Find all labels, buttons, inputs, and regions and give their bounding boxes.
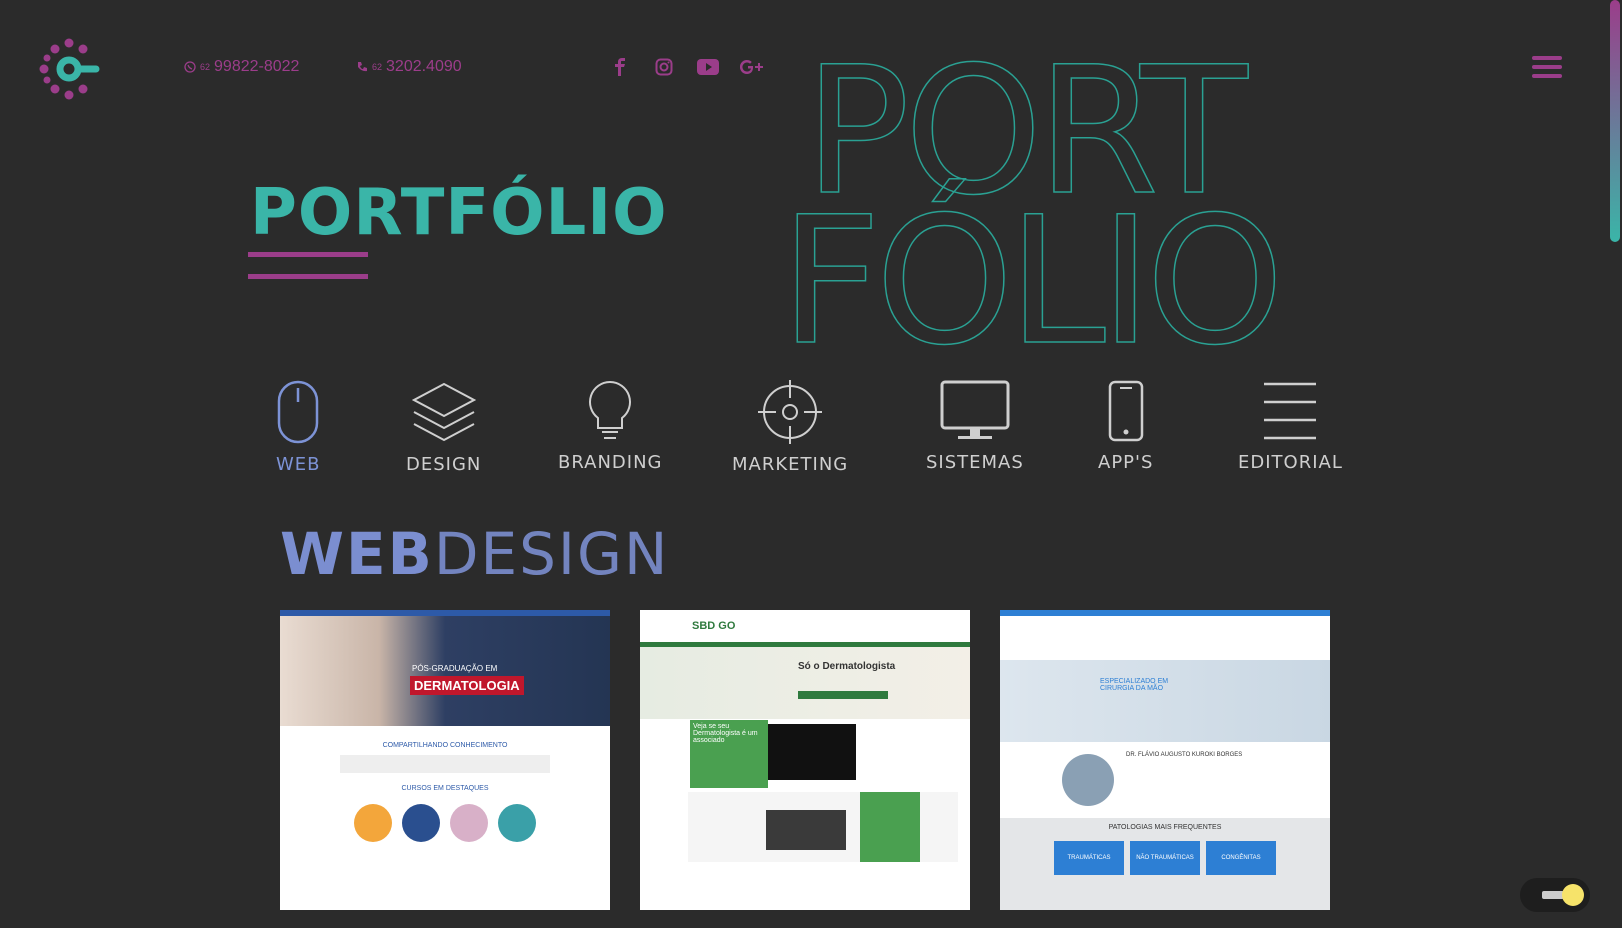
thumb-headline: Só o Dermatologista	[798, 661, 896, 672]
category-apps[interactable]: APP'S	[1098, 380, 1153, 473]
whatsapp-number: 99822-8022	[214, 58, 300, 75]
thumb-text-block	[340, 755, 550, 773]
category-editorial[interactable]: EDITORIAL	[1238, 380, 1343, 473]
layers-icon	[411, 382, 476, 442]
mouse-icon	[278, 380, 319, 444]
thumb-box: Veja se seu Dermatologista é um associad…	[690, 720, 768, 788]
whatsapp-prefix: 62	[200, 62, 211, 72]
section-title-light: DESIGN	[433, 520, 670, 588]
portfolio-thumbnail-1[interactable]: PÓS-GRADUAÇÃO EM DERMATOLOGIA COMPARTILH…	[280, 610, 610, 910]
whatsapp-contact[interactable]: 62 99822-8022	[184, 58, 299, 76]
social-links	[608, 56, 764, 78]
category-label: WEB	[276, 454, 321, 475]
whatsapp-icon	[184, 61, 196, 73]
category-label: MARKETING	[732, 454, 849, 475]
theme-toggle[interactable]	[1520, 878, 1590, 912]
hamburger-menu-icon[interactable]	[1532, 56, 1562, 80]
thumb-banner: DERMATOLOGIA	[410, 676, 524, 695]
category-label: APP'S	[1098, 452, 1154, 473]
category-web[interactable]: WEB	[276, 380, 321, 475]
category-label: SISTEMAS	[926, 452, 1024, 473]
target-icon	[758, 380, 823, 444]
youtube-icon[interactable]	[696, 56, 720, 78]
lamp-icon	[1542, 891, 1564, 899]
thumb-row-title: CURSOS EM DESTAQUES	[401, 785, 489, 792]
thumb-banner: ESPECIALIZADO EM CIRURGIA DA MÃO	[1100, 678, 1169, 692]
page-title: PORTFÓLIO	[250, 176, 668, 250]
lightbulb-icon	[589, 380, 632, 439]
thumb-hero: Só o Dermatologista	[640, 647, 970, 719]
thumb-hero: ESPECIALIZADO EM CIRURGIA DA MÃO	[1000, 660, 1330, 742]
scrollbar-thumb[interactable]	[1610, 0, 1620, 242]
title-underline-2	[248, 274, 368, 279]
section-title-bold: WEB	[280, 520, 434, 588]
instagram-icon[interactable]	[652, 56, 676, 78]
section-title: WEBDESIGN	[280, 520, 669, 588]
thumb-row-title: PATOLOGIAS MAIS FREQUENTES	[1108, 824, 1222, 831]
category-label: BRANDING	[558, 452, 663, 473]
category-branding[interactable]: BRANDING	[558, 380, 663, 473]
category-label: DESIGN	[406, 454, 482, 475]
thumb-tag: TRAUMÁTICAS	[1054, 841, 1124, 875]
category-design[interactable]: DESIGN	[406, 380, 481, 475]
thumb-hero: PÓS-GRADUAÇÃO EM DERMATOLOGIA	[280, 616, 610, 726]
phone-number: 3202.4090	[386, 58, 462, 75]
thumb-tag: NÃO TRAUMÁTICAS	[1130, 841, 1200, 875]
portfolio-thumbnail-2[interactable]: SBD GO Só o Dermatologista Veja se seu D…	[640, 610, 970, 910]
category-sistemas[interactable]: SISTEMAS	[926, 380, 1024, 473]
category-marketing[interactable]: MARKETING	[732, 380, 848, 475]
brand-logo[interactable]	[38, 38, 100, 100]
page-scrollbar[interactable]	[1608, 0, 1622, 928]
facebook-icon[interactable]	[608, 56, 632, 78]
outline-title: PORT FÓLIO	[780, 52, 1285, 352]
lines-icon	[1264, 382, 1317, 440]
bulb-icon	[1562, 884, 1584, 906]
outline-line-2: FÓLIO	[780, 177, 1278, 352]
google-plus-icon[interactable]	[740, 56, 764, 78]
category-filters: WEB DESIGN BRANDING MARKETING SISTEMAS A…	[256, 380, 1342, 490]
thumb-logo: SBD GO	[692, 620, 736, 632]
phone-icon	[358, 62, 367, 72]
phone-device-icon	[1108, 380, 1143, 442]
thumb-doctor: DR. FLÁVIO AUGUSTO KUROKI BORGES	[1126, 752, 1243, 758]
phone-contact[interactable]: 62 3202.4090	[356, 58, 462, 76]
thumb-sub: COMPARTILHANDO CONHECIMENTO	[382, 742, 508, 749]
monitor-icon	[940, 380, 1010, 439]
thumb-headline: PÓS-GRADUAÇÃO EM	[412, 664, 498, 673]
portfolio-thumbnail-3[interactable]: ESPECIALIZADO EM CIRURGIA DA MÃO DR. FLÁ…	[1000, 610, 1330, 910]
title-underline	[248, 252, 368, 257]
category-label: EDITORIAL	[1238, 452, 1343, 473]
thumb-circles	[280, 804, 610, 842]
thumb-tag: CONGÊNITAS	[1206, 841, 1276, 875]
phone-prefix: 62	[372, 62, 383, 72]
